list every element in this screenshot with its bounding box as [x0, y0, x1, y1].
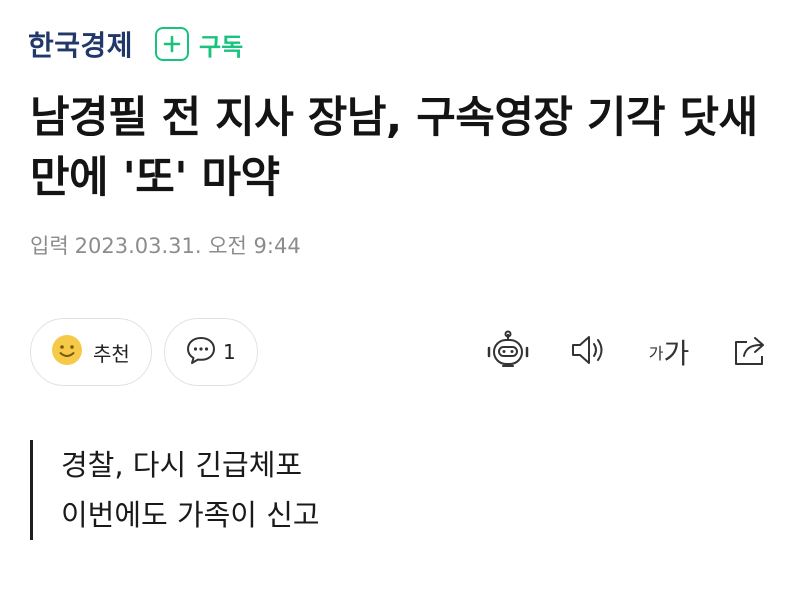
recommend-label: 추천 [93, 341, 130, 366]
recommend-button[interactable]: 추천 [30, 318, 152, 386]
font-small-label: 가 [648, 344, 664, 363]
date-label: 입력 [30, 234, 69, 258]
date-value: 2023.03.31. 오전 9:44 [74, 234, 301, 258]
robot-icon [486, 330, 530, 374]
share-icon [731, 332, 771, 372]
article-dateline: 입력 2023.03.31. 오전 9:44 [30, 230, 301, 260]
publisher-logo[interactable]: 한국경제 [28, 24, 133, 64]
article-summary: 경찰, 다시 긴급체포 이번에도 가족이 신고 [30, 440, 320, 540]
share-button[interactable] [730, 332, 772, 372]
plus-icon [155, 27, 190, 61]
comment-bubble-icon [185, 335, 217, 369]
comment-button[interactable]: 1 [164, 318, 258, 386]
speaker-icon [569, 332, 609, 372]
publisher-header: 한국경제 구독 [28, 22, 243, 66]
article-headline: 남경필 전 지사 장남, 구속영장 기각 닷새만에 '또' 마약 [30, 93, 758, 203]
summary-line: 이번에도 가족이 신고 [61, 498, 320, 532]
article-action-bar: 추천 1 가 가 [30, 318, 775, 386]
subscribe-label: 구독 [199, 32, 244, 61]
subscribe-button[interactable]: 구독 [155, 27, 243, 62]
summary-bot-button[interactable] [485, 330, 531, 374]
font-size-button[interactable]: 가 가 [644, 332, 694, 372]
text-to-speech-button[interactable] [568, 332, 610, 372]
comment-count: 1 [223, 340, 236, 364]
font-large-label: 가 [663, 337, 690, 370]
summary-line: 경찰, 다시 긴급체포 [61, 448, 303, 482]
smiley-icon [51, 334, 83, 370]
